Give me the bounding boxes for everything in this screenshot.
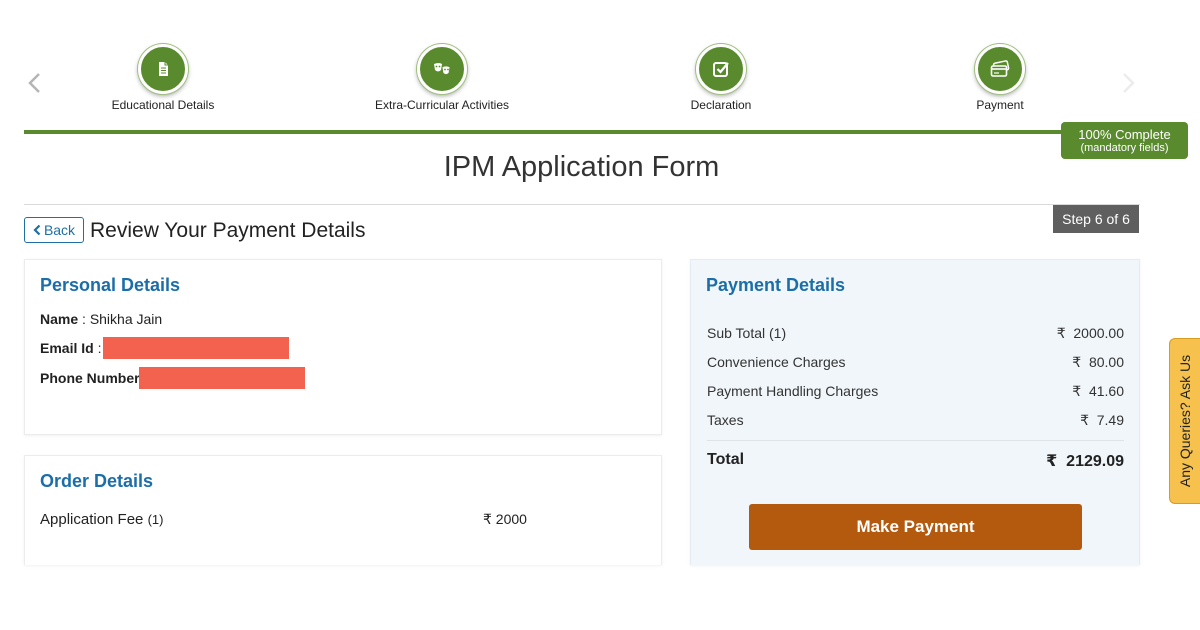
- row-amount: ₹ 7.49: [1080, 412, 1124, 428]
- step-label: Payment: [976, 98, 1024, 112]
- convenience-charges-row: Convenience Charges ₹ 80.00: [707, 354, 1124, 371]
- phone-redaction: [139, 367, 305, 389]
- personal-details-card: Personal Details Name : Shikha Jain Emai…: [24, 259, 662, 435]
- step-educational-details[interactable]: Educational Details: [53, 44, 273, 112]
- step-declaration[interactable]: Declaration: [611, 44, 831, 112]
- row-amount: ₹ 80.00: [1072, 354, 1124, 370]
- chevron-left-icon: [28, 73, 40, 93]
- total-label: Total: [707, 451, 745, 468]
- total-amount: ₹ 2129.09: [1046, 453, 1124, 470]
- masks-icon: [434, 63, 451, 75]
- email-label: Email Id: [40, 340, 94, 356]
- progress-bar: [24, 130, 1178, 134]
- taxes-row: Taxes ₹ 7.49: [707, 412, 1124, 429]
- row-label: Convenience Charges: [707, 354, 846, 370]
- phone-label: Phone Number: [40, 370, 140, 386]
- order-item-qty: (1): [147, 512, 164, 527]
- credit-card-icon: [990, 60, 1010, 77]
- chevron-right-icon: [1123, 73, 1135, 93]
- step-extra-curricular[interactable]: Extra-Curricular Activities: [332, 44, 552, 112]
- step-circle: [138, 44, 188, 94]
- total-row: Total ₹ 2129.09: [707, 451, 1124, 471]
- order-item-label: Application Fee: [40, 511, 144, 528]
- row-label: Sub Total (1): [707, 325, 787, 341]
- order-details-card: Order Details Application Fee (1) ₹ 2000: [24, 455, 662, 565]
- previous-step-arrow[interactable]: [25, 70, 45, 96]
- chevron-left-icon: [33, 224, 41, 236]
- email-separator: :: [97, 340, 102, 356]
- order-details-heading: Order Details: [40, 471, 154, 491]
- section-title: Review Your Payment Details: [90, 219, 366, 242]
- next-step-arrow[interactable]: [1118, 70, 1138, 96]
- row-label: Taxes: [707, 412, 744, 428]
- step-circle: [975, 44, 1025, 94]
- payment-details-heading: Payment Details: [706, 275, 846, 295]
- completion-percent: 100% Complete: [1078, 126, 1171, 142]
- document-icon: [159, 62, 168, 76]
- row-amount: ₹ 41.60: [1072, 383, 1124, 399]
- page-title: IPM Application Form: [443, 151, 720, 183]
- row-amount: ₹ 2000.00: [1056, 325, 1124, 341]
- email-redaction: [103, 337, 289, 359]
- name-separator: :: [82, 311, 90, 327]
- checkbox-icon: [713, 62, 729, 77]
- order-item-amount: ₹ 2000: [483, 511, 527, 527]
- step-payment[interactable]: Payment: [890, 44, 1110, 112]
- name-label: Name: [40, 311, 79, 327]
- personal-details-heading: Personal Details: [40, 275, 181, 295]
- row-label: Payment Handling Charges: [707, 383, 879, 399]
- subtotal-row: Sub Total (1) ₹ 2000.00: [707, 325, 1124, 342]
- back-button[interactable]: Back: [24, 217, 84, 243]
- phone-field: Phone Number :: [40, 370, 147, 386]
- step-indicator-badge: Step 6 of 6: [1053, 205, 1139, 233]
- step-label: Declaration: [690, 98, 752, 112]
- total-divider: [707, 440, 1124, 441]
- step-label: Educational Details: [111, 98, 215, 112]
- step-circle: [696, 44, 746, 94]
- name-field: Name : Shikha Jain: [40, 311, 162, 327]
- make-payment-button[interactable]: Make Payment: [749, 504, 1082, 550]
- email-field: Email Id :: [40, 340, 101, 356]
- title-divider: [24, 204, 1140, 205]
- order-item: Application Fee (1): [40, 511, 163, 528]
- name-value: Shikha Jain: [89, 311, 163, 327]
- ask-us-label: Any Queries? Ask Us: [1177, 354, 1193, 488]
- back-button-label: Back: [43, 222, 76, 238]
- ask-us-tab[interactable]: Any Queries? Ask Us: [1169, 338, 1200, 504]
- handling-charges-row: Payment Handling Charges ₹ 41.60: [707, 383, 1124, 400]
- payment-details-card: Payment Details Sub Total (1) ₹ 2000.00 …: [690, 259, 1140, 565]
- step-label: Extra-Curricular Activities: [374, 98, 510, 112]
- step-circle: [417, 44, 467, 94]
